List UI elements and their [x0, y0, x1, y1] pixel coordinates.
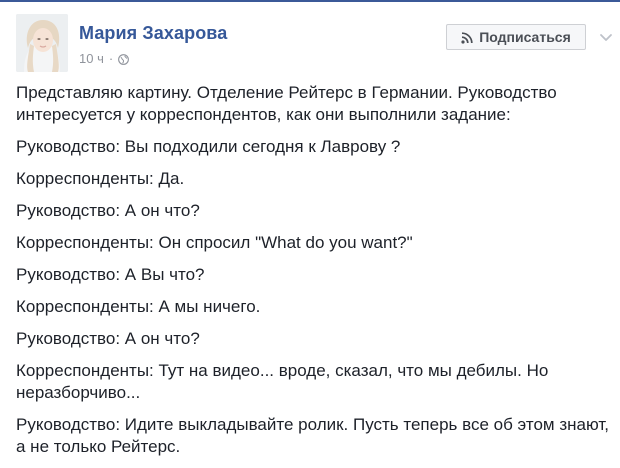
- post-paragraph: Руководство: Идите выкладывайте ролик. П…: [16, 415, 609, 456]
- post-meta: 10 ч ·: [79, 50, 130, 66]
- post-paragraph: Корреспонденты: Тут на видео... вроде, с…: [16, 361, 549, 402]
- rss-icon: [461, 31, 473, 44]
- post-paragraph: Представляю картину. Отделение Рейтерс в…: [16, 83, 557, 124]
- post-paragraph: Руководство: Вы подходили сегодня к Лавр…: [16, 137, 401, 156]
- meta-separator: ·: [108, 50, 114, 66]
- author-name[interactable]: Мария Захарова: [79, 23, 227, 44]
- globe-icon[interactable]: [118, 53, 130, 65]
- post-header: Мария Захарова 10 ч · Подписаться: [0, 0, 620, 80]
- post-paragraph: Руководство: А Вы что?: [16, 265, 205, 284]
- post-paragraph: Корреспонденты: Он спросил "What do you …: [16, 233, 413, 252]
- avatar-image: [16, 14, 68, 72]
- subscribe-button[interactable]: Подписаться: [446, 24, 586, 50]
- avatar[interactable]: [16, 14, 68, 72]
- post-paragraph: Корреспонденты: А мы ничего.: [16, 297, 261, 316]
- chevron-down-icon[interactable]: [596, 27, 616, 47]
- post-paragraph: Корреспонденты: Да.: [16, 169, 185, 188]
- post-paragraph: Руководство: А он что?: [16, 329, 200, 348]
- subscribe-label: Подписаться: [479, 29, 571, 45]
- post-paragraph: Руководство: А он что?: [16, 201, 200, 220]
- post-time[interactable]: 10 ч: [79, 51, 104, 66]
- post-text: Представляю картину. Отделение Рейтерс в…: [16, 82, 612, 468]
